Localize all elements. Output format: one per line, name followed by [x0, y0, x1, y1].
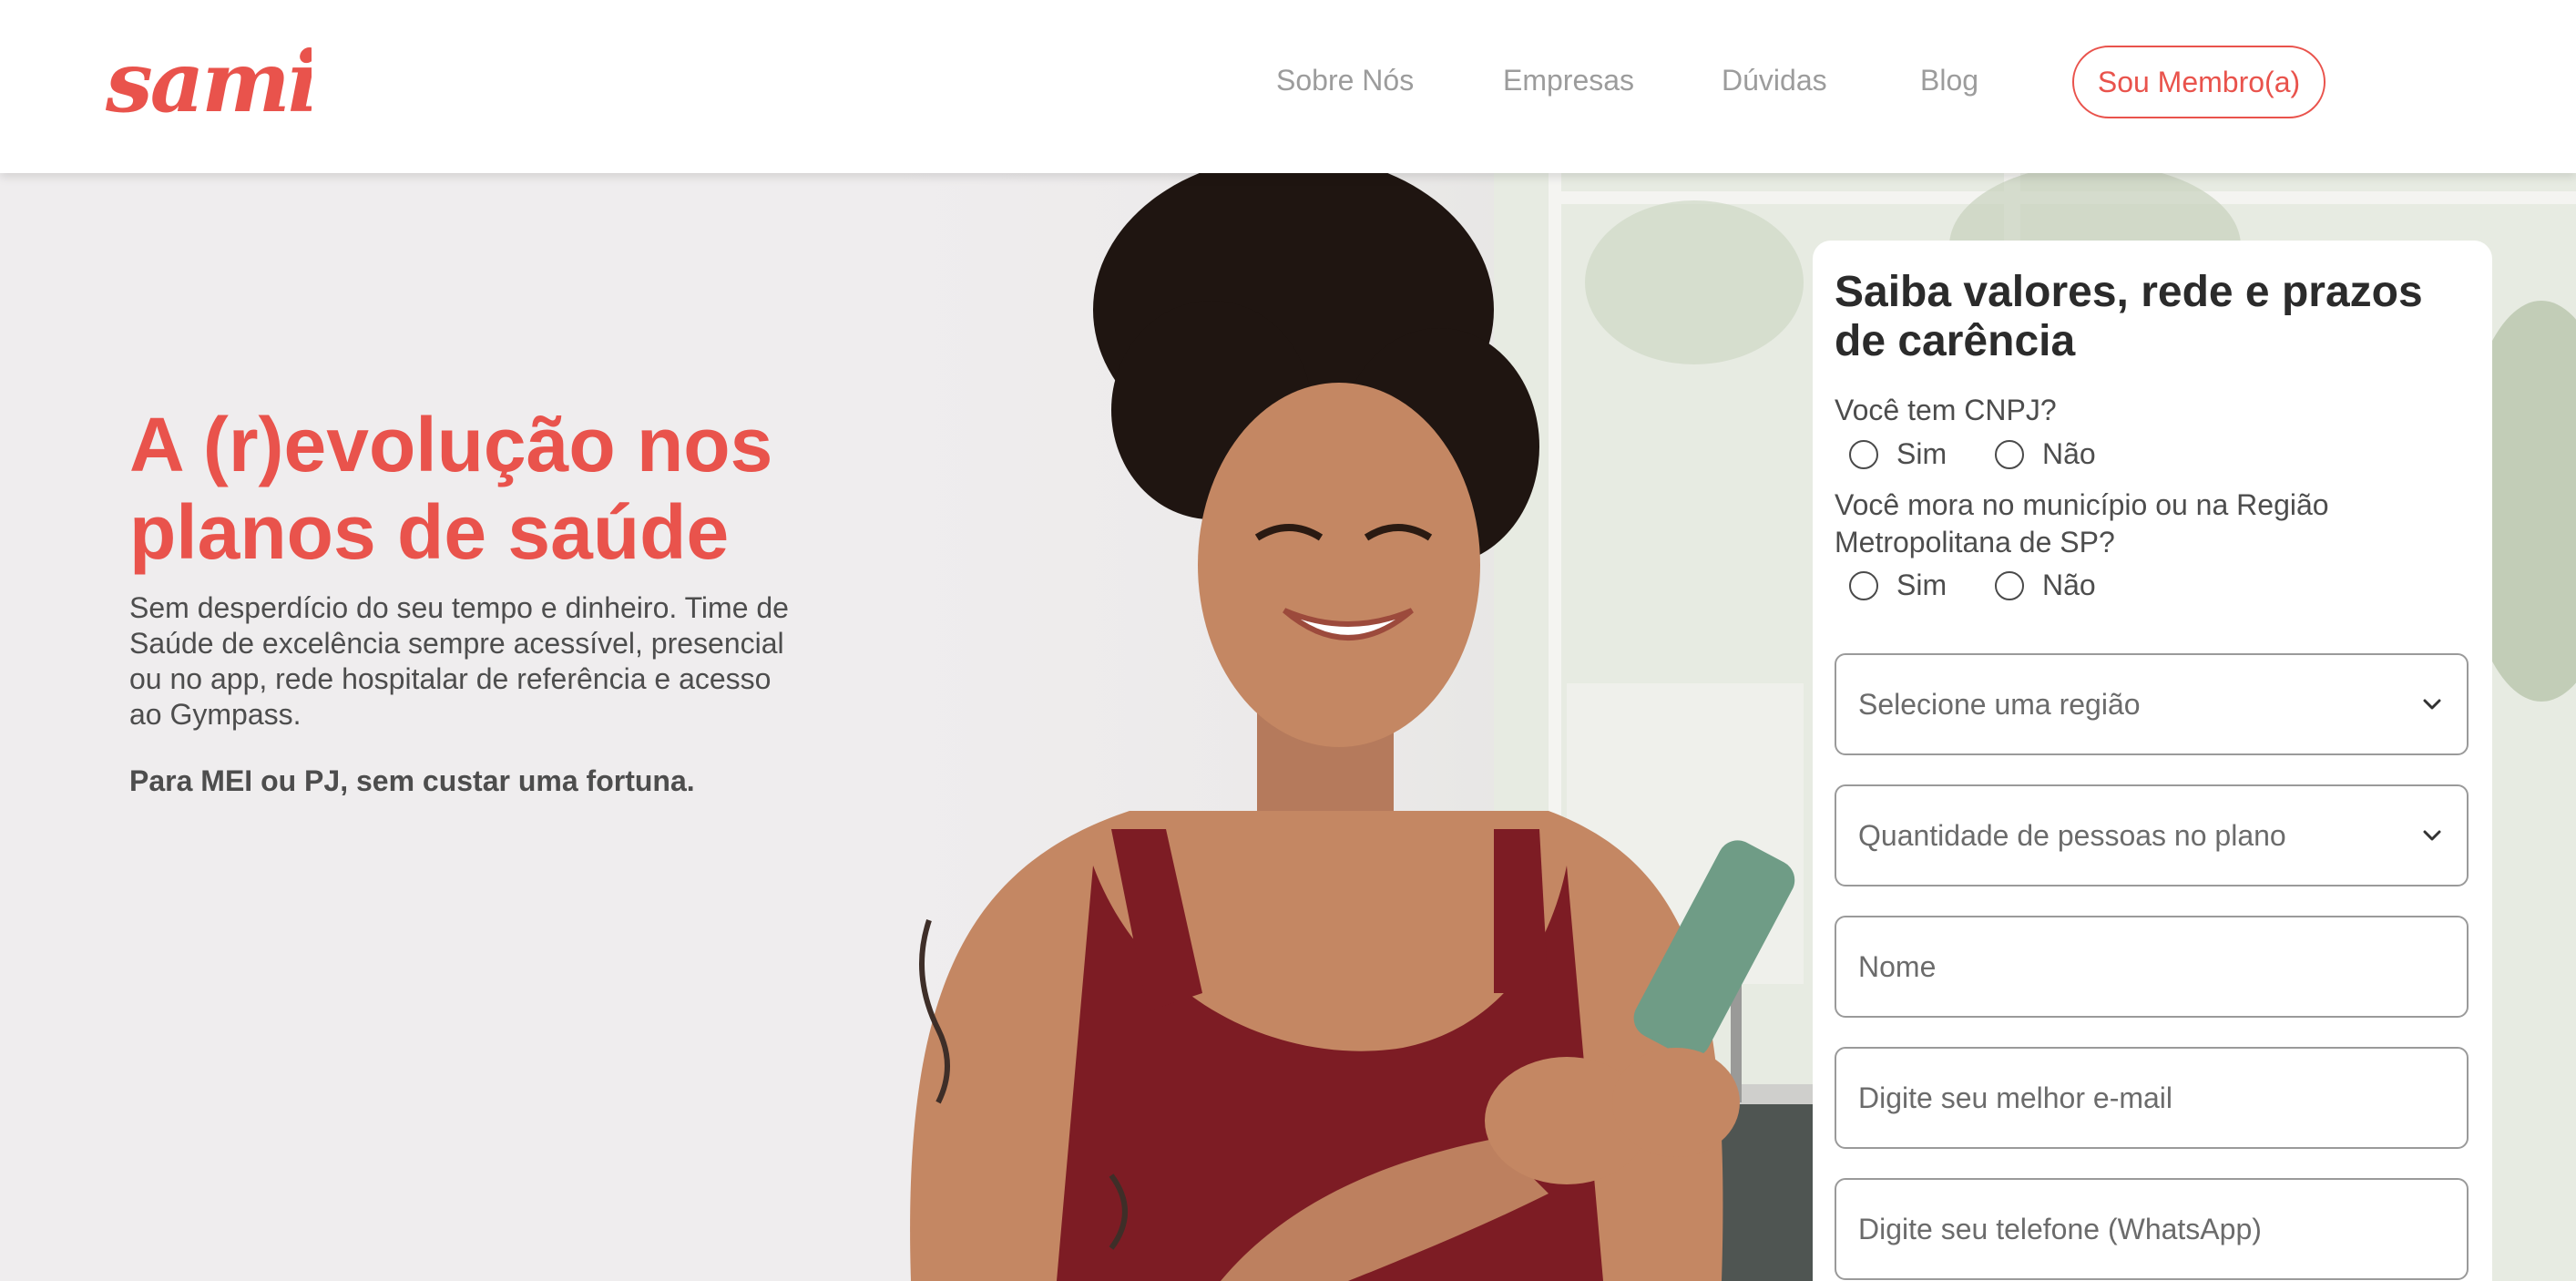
people-count-select[interactable]: Quantidade de pessoas no plano — [1835, 784, 2469, 886]
sp-yes-radio[interactable]: Sim — [1849, 569, 1947, 602]
site-header: sami Sobre Nós Empresas Dúvidas Blog Sou… — [0, 0, 2576, 173]
hand — [1612, 1048, 1740, 1157]
region-question-label: Você mora no município ou na Região Metr… — [1835, 488, 2329, 559]
email-input[interactable] — [1858, 1081, 2445, 1115]
radio-circle-icon[interactable] — [1849, 439, 1878, 469]
foliage — [1585, 200, 1804, 364]
radio-label: Sim — [1896, 437, 1947, 470]
member-login-button[interactable]: Sou Membro(a) — [2072, 46, 2326, 118]
cnpj-question-label: Você tem CNPJ? — [1835, 394, 2057, 426]
radio-circle-icon[interactable] — [1995, 570, 2024, 600]
name-input[interactable] — [1858, 949, 2445, 984]
region-select-value: Selecione uma região — [1858, 687, 2141, 721]
radio-label: Não — [2042, 569, 2096, 601]
nav-duvidas[interactable]: Dúvidas — [1722, 64, 1827, 97]
chevron-down-icon[interactable] — [2419, 823, 2445, 848]
sp-no-radio[interactable]: Não — [1995, 569, 2096, 602]
hero-section: A (r)evolução nos planos de saúde Sem de… — [0, 173, 2576, 1281]
nav-sobre-nos[interactable]: Sobre Nós — [1276, 64, 1414, 97]
strap — [1494, 829, 1549, 993]
cnpj-yes-radio[interactable]: Sim — [1849, 437, 1947, 471]
cnpj-no-radio[interactable]: Não — [1995, 437, 2096, 471]
email-field-wrapper — [1835, 1047, 2469, 1149]
logo-text: sami — [105, 33, 312, 128]
nav-empresas[interactable]: Empresas — [1503, 64, 1634, 97]
radio-circle-icon[interactable] — [1995, 439, 2024, 469]
phone-input[interactable] — [1858, 1212, 2445, 1246]
region-select[interactable]: Selecione uma região — [1835, 653, 2469, 755]
phone-field-wrapper — [1835, 1178, 2469, 1280]
face — [1198, 383, 1480, 747]
chevron-down-icon[interactable] — [2419, 692, 2445, 717]
radio-circle-icon[interactable] — [1849, 570, 1878, 600]
form-title: Saiba valores, rede e prazos de carência — [1835, 268, 2423, 365]
radio-label: Não — [2042, 437, 2096, 470]
hero-title: A (r)evolução nos planos de saúde — [129, 402, 773, 575]
sami-logo[interactable]: sami — [102, 27, 312, 128]
hero-tagline: Para MEI ou PJ, sem custar uma fortuna. — [129, 764, 695, 797]
hero-description: Sem desperdício do seu tempo e dinheiro.… — [129, 591, 789, 731]
people-count-select-value: Quantidade de pessoas no plano — [1858, 818, 2286, 852]
quote-form-card: Saiba valores, rede e prazos de carência… — [1813, 241, 2492, 1281]
name-field-wrapper — [1835, 916, 2469, 1018]
radio-label: Sim — [1896, 569, 1947, 601]
nav-blog[interactable]: Blog — [1920, 64, 1978, 97]
